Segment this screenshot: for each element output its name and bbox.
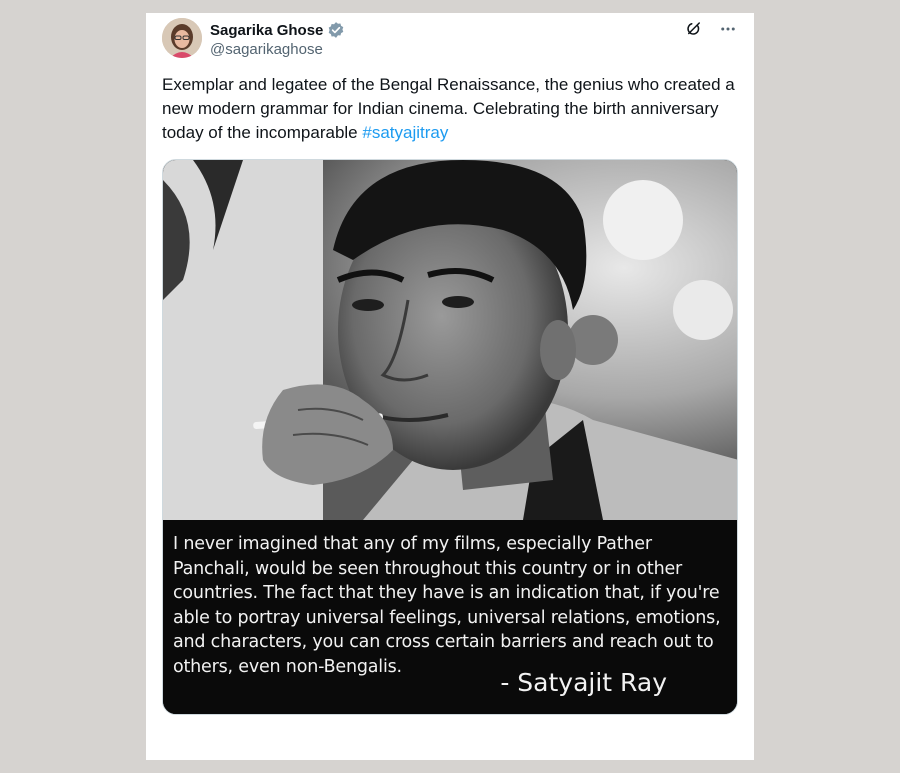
tweet-actions: [684, 19, 738, 39]
verified-badge-icon: [327, 21, 345, 39]
image-quote-text: I never imagined that any of my films, e…: [173, 534, 721, 677]
tweet-image[interactable]: I never imagined that any of my films, e…: [162, 159, 738, 715]
tweet-body: Exemplar and legatee of the Bengal Renai…: [162, 75, 735, 142]
author-name-row[interactable]: Sagarika Ghose: [210, 21, 345, 39]
avatar-image: [162, 18, 202, 58]
author-handle[interactable]: @sagarikaghose: [210, 41, 323, 58]
avatar[interactable]: [162, 18, 202, 58]
author-name[interactable]: Sagarika Ghose: [210, 22, 323, 39]
tweet-card[interactable]: Sagarika Ghose @sagarikaghose Exemplar a…: [146, 13, 754, 760]
grok-icon[interactable]: [684, 19, 704, 39]
more-options-icon[interactable]: [718, 19, 738, 39]
image-quote-attribution: - Satyajit Ray: [500, 668, 667, 697]
hashtag-link[interactable]: #satyajitray: [362, 123, 448, 142]
tweet-text: Exemplar and legatee of the Bengal Renai…: [162, 73, 742, 145]
